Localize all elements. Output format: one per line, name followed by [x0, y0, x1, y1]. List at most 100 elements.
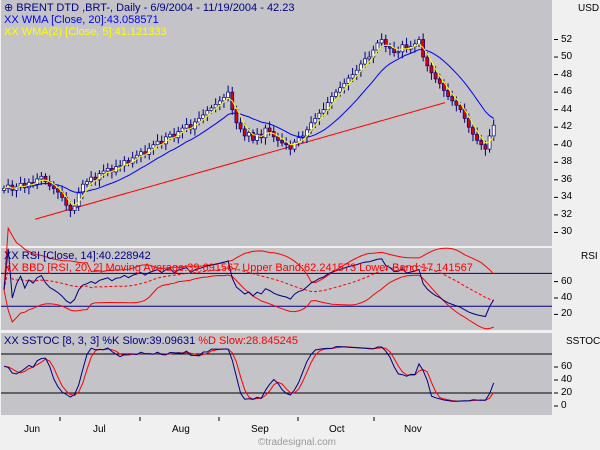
candle — [238, 122, 243, 130]
candle — [51, 185, 56, 189]
candle — [338, 87, 342, 93]
candle — [334, 91, 338, 97]
candle — [280, 140, 284, 144]
candle — [354, 69, 359, 75]
indicator-marker-icon: XX — [4, 335, 19, 347]
candle — [209, 107, 214, 111]
candle — [342, 82, 347, 89]
candle — [126, 160, 131, 164]
candle — [247, 132, 251, 137]
price-tick-label: 48 — [561, 68, 573, 80]
candle — [72, 205, 77, 211]
candle — [400, 44, 405, 53]
candle — [105, 168, 110, 172]
candle — [234, 109, 239, 124]
indicator-marker-icon: XX — [4, 262, 19, 274]
candle — [433, 72, 438, 80]
candle — [471, 126, 475, 135]
month-label: Aug — [172, 424, 190, 435]
candle — [429, 65, 434, 74]
candle — [475, 133, 479, 141]
indicator-marker-icon: XX — [4, 26, 19, 38]
candle — [205, 110, 210, 116]
candle — [483, 144, 488, 150]
candle — [242, 128, 247, 137]
candle — [2, 188, 6, 191]
candle — [168, 133, 172, 138]
sstoc-tick-label: 60 — [561, 361, 573, 372]
candle — [491, 124, 496, 137]
rsi-axis-title: RSI — [581, 251, 598, 262]
month-label: Jul — [93, 424, 106, 435]
watermark: ©tradesignal.com — [258, 437, 336, 448]
bbd-legend[interactable]: XX BBD [RSI, 20, 2] Moving Average:39.69… — [4, 262, 473, 274]
price-tick-label: 44 — [561, 103, 573, 115]
price-tick-label: 42 — [561, 121, 573, 133]
rsi-tick-label: 40 — [561, 292, 573, 303]
month-label: Jun — [24, 424, 41, 435]
candle — [450, 96, 455, 102]
candle — [367, 56, 372, 60]
candle — [213, 104, 218, 109]
candle — [134, 154, 139, 159]
price-tick-label: 34 — [561, 191, 573, 203]
candle — [85, 181, 89, 185]
candle — [350, 74, 355, 79]
candle — [68, 204, 73, 211]
indicator-marker-icon: XX — [4, 250, 19, 262]
candle — [313, 118, 318, 124]
candle — [446, 90, 450, 97]
price-tick-label: 50 — [561, 51, 573, 63]
price-tick-label: 30 — [561, 226, 573, 238]
candle — [118, 165, 123, 168]
candle — [226, 91, 230, 98]
month-label: Oct — [329, 424, 345, 435]
price-tick-label: 40 — [561, 138, 573, 150]
price-tick-label: 46 — [561, 86, 573, 98]
candle — [89, 176, 94, 182]
candle — [396, 51, 401, 54]
candle — [479, 140, 484, 146]
rsi-legend[interactable]: XX RSI [Close, 14]:40.228942 — [4, 250, 151, 262]
candle — [201, 114, 206, 119]
candle — [101, 170, 106, 175]
candle — [184, 124, 189, 129]
candle — [151, 144, 156, 149]
candle — [388, 46, 392, 49]
sstoc-axis-title: SSTOC — [566, 336, 600, 347]
candle — [284, 142, 289, 146]
sstoc-legend[interactable]: XX SSTOC [8, 3, 3] %K Slow:39.09631 %D S… — [4, 335, 298, 347]
candle — [217, 100, 222, 105]
candle — [487, 135, 492, 150]
candle — [292, 141, 297, 150]
candle — [425, 56, 430, 67]
price-unit-label: USD — [578, 3, 600, 14]
wma5-legend[interactable]: XX WMA(2) [Close, 5]:41.121333 — [4, 26, 167, 38]
candle — [197, 118, 201, 123]
rsi-tick-label: 60 — [561, 275, 573, 287]
candle — [267, 127, 272, 132]
candle — [363, 58, 367, 65]
instrument-title: ⊕ BRENT DTD ,BRT-, Daily - 6/9/2004 - 11… — [4, 2, 295, 14]
instrument-icon[interactable]: ⊕ — [4, 2, 13, 14]
candle — [379, 39, 384, 44]
rsi-tick-label: 20 — [561, 308, 573, 320]
candle — [346, 77, 351, 84]
wma20-legend[interactable]: XX WMA [Close, 20]:43.058571 — [4, 14, 159, 26]
candle — [317, 112, 322, 119]
candle — [288, 144, 293, 150]
candle — [330, 96, 334, 103]
candle — [437, 78, 442, 84]
chart-canvas — [1, 0, 558, 421]
candle — [263, 127, 268, 139]
candle — [276, 136, 280, 141]
sstoc-tick-label: 0 — [561, 400, 567, 411]
price-tick-label: 36 — [561, 173, 573, 185]
candle — [139, 151, 143, 156]
candle — [155, 140, 160, 146]
month-label: Nov — [404, 424, 422, 435]
indicator-marker-icon: XX — [4, 14, 19, 26]
candle — [39, 175, 44, 180]
candle — [375, 42, 380, 51]
candle — [392, 47, 396, 54]
